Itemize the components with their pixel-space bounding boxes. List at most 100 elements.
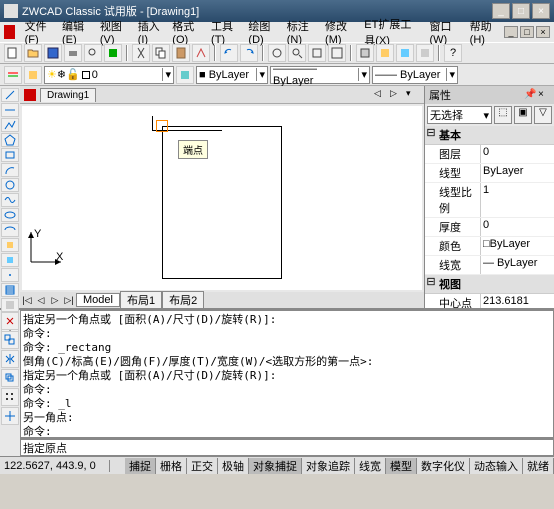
circle-tool[interactable]: [1, 178, 19, 192]
panel-pin-button[interactable]: 📌: [524, 89, 536, 101]
tab-menu[interactable]: ▾: [406, 88, 420, 102]
layer-prev-button[interactable]: [176, 66, 194, 84]
layout-tabs: |◁ ◁ ▷ ▷| Model 布局1 布局2: [20, 292, 424, 308]
status-ortho[interactable]: 正交: [187, 458, 218, 474]
panel-close-button[interactable]: ×: [538, 89, 550, 101]
design-center-button[interactable]: [376, 44, 394, 62]
tab-layout1[interactable]: 布局1: [120, 291, 162, 309]
layer-combo[interactable]: ☀❄🔓 0 ▾: [44, 66, 174, 84]
quick-select-button[interactable]: ⬚: [494, 106, 512, 124]
insert-block-tool[interactable]: [1, 238, 19, 252]
group-toggle[interactable]: ⊟: [425, 275, 437, 293]
open-button[interactable]: [24, 44, 42, 62]
zoom-button[interactable]: [288, 44, 306, 62]
filter-button[interactable]: ▽: [534, 106, 552, 124]
child-minimize-button[interactable]: _: [504, 26, 518, 38]
prop-value[interactable]: ByLayer: [481, 164, 554, 182]
array-tool[interactable]: [1, 388, 19, 406]
layer-state-button[interactable]: [24, 66, 42, 84]
paste-button[interactable]: [172, 44, 190, 62]
tab-first[interactable]: |◁: [20, 295, 34, 306]
mirror-tool[interactable]: [1, 350, 19, 368]
menubar: 文件(F) 编辑(E) 视图(V) 插入(I) 格式(O) 工具(T) 绘图(D…: [0, 22, 554, 42]
polyline-tool[interactable]: [1, 118, 19, 132]
status-grid[interactable]: 栅格: [156, 458, 187, 474]
child-close-button[interactable]: ×: [536, 26, 550, 38]
spline-tool[interactable]: [1, 193, 19, 207]
zoom-window-button[interactable]: [308, 44, 326, 62]
status-otrack[interactable]: 对象追踪: [302, 458, 355, 474]
tab-drawing1[interactable]: Drawing1: [40, 88, 96, 102]
command-history[interactable]: 指定另一个角点或 [面积(A)/尺寸(D)/旋转(R)]: 命令: 命令: _r…: [20, 310, 554, 438]
point-tool[interactable]: [1, 268, 19, 282]
status-polar[interactable]: 极轴: [218, 458, 249, 474]
arc-tool[interactable]: [1, 163, 19, 177]
prop-value[interactable]: 0: [481, 218, 554, 236]
svg-text:Y: Y: [34, 228, 42, 240]
new-button[interactable]: [4, 44, 22, 62]
copy-tool[interactable]: [1, 331, 19, 349]
save-button[interactable]: [44, 44, 62, 62]
cut-button[interactable]: [132, 44, 150, 62]
prop-name: 图层: [425, 145, 481, 163]
make-block-tool[interactable]: [1, 253, 19, 267]
layer-manager-button[interactable]: [4, 66, 22, 84]
calc-button[interactable]: [416, 44, 434, 62]
offset-tool[interactable]: [1, 369, 19, 387]
prop-value[interactable]: 213.6181: [481, 294, 554, 308]
help-button[interactable]: ?: [444, 44, 462, 62]
pan-button[interactable]: [268, 44, 286, 62]
select-objects-button[interactable]: ▣: [514, 106, 532, 124]
publish-button[interactable]: [104, 44, 122, 62]
tab-nav-right[interactable]: ▷: [390, 88, 404, 102]
preview-button[interactable]: [84, 44, 102, 62]
prop-value[interactable]: — ByLayer: [481, 256, 554, 274]
status-dyn[interactable]: 动态输入: [470, 458, 523, 474]
properties-button[interactable]: [356, 44, 374, 62]
redo-button[interactable]: [240, 44, 258, 62]
coordinates[interactable]: 122.5627, 443.9, 0: [0, 460, 110, 472]
menu-help[interactable]: 帮助(H): [466, 16, 502, 48]
zoom-extents-button[interactable]: [328, 44, 346, 62]
child-restore-button[interactable]: □: [520, 26, 534, 38]
prop-value[interactable]: 0: [481, 145, 554, 163]
status-osnap[interactable]: 对象捕捉: [249, 458, 302, 474]
prop-value[interactable]: 1: [481, 183, 554, 217]
line-tool[interactable]: [1, 88, 19, 102]
group-toggle[interactable]: ⊟: [425, 126, 437, 144]
close-button[interactable]: ×: [532, 3, 550, 19]
move-tool[interactable]: [1, 407, 19, 425]
dropdown-icon: ▾: [256, 68, 265, 81]
maximize-button[interactable]: □: [512, 3, 530, 19]
command-input[interactable]: [20, 439, 554, 456]
rectangle-tool[interactable]: [1, 148, 19, 162]
svg-text:X: X: [56, 251, 64, 263]
hatch-tool[interactable]: [1, 283, 19, 297]
copy-button[interactable]: [152, 44, 170, 62]
tab-layout2[interactable]: 布局2: [162, 291, 204, 309]
status-lwt[interactable]: 线宽: [355, 458, 386, 474]
status-model[interactable]: 模型: [386, 458, 417, 474]
erase-tool[interactable]: [1, 312, 19, 330]
ellipse-arc-tool[interactable]: [1, 223, 19, 237]
prop-value[interactable]: □ByLayer: [481, 237, 554, 255]
lineweight-combo[interactable]: —— ByLayer ▾: [372, 66, 458, 84]
tab-nav-left[interactable]: ◁: [374, 88, 388, 102]
status-snap[interactable]: 捕捉: [125, 458, 156, 474]
selection-combo[interactable]: 无选择 ▾: [427, 106, 492, 124]
ellipse-tool[interactable]: [1, 208, 19, 222]
linetype-combo[interactable]: ———— ByLayer ▾: [270, 66, 370, 84]
tab-prev[interactable]: ◁: [34, 295, 48, 306]
tab-model[interactable]: Model: [76, 293, 120, 307]
polygon-tool[interactable]: [1, 133, 19, 147]
tab-next[interactable]: ▷: [48, 295, 62, 306]
canvas[interactable]: 端点 YX: [22, 106, 422, 290]
status-tablet[interactable]: 数字化仪: [417, 458, 470, 474]
tool-palette-button[interactable]: [396, 44, 414, 62]
color-combo[interactable]: ■ ByLayer ▾: [196, 66, 268, 84]
xline-tool[interactable]: [1, 103, 19, 117]
match-button[interactable]: [192, 44, 210, 62]
tab-last[interactable]: ▷|: [62, 295, 76, 306]
print-button[interactable]: [64, 44, 82, 62]
undo-button[interactable]: [220, 44, 238, 62]
